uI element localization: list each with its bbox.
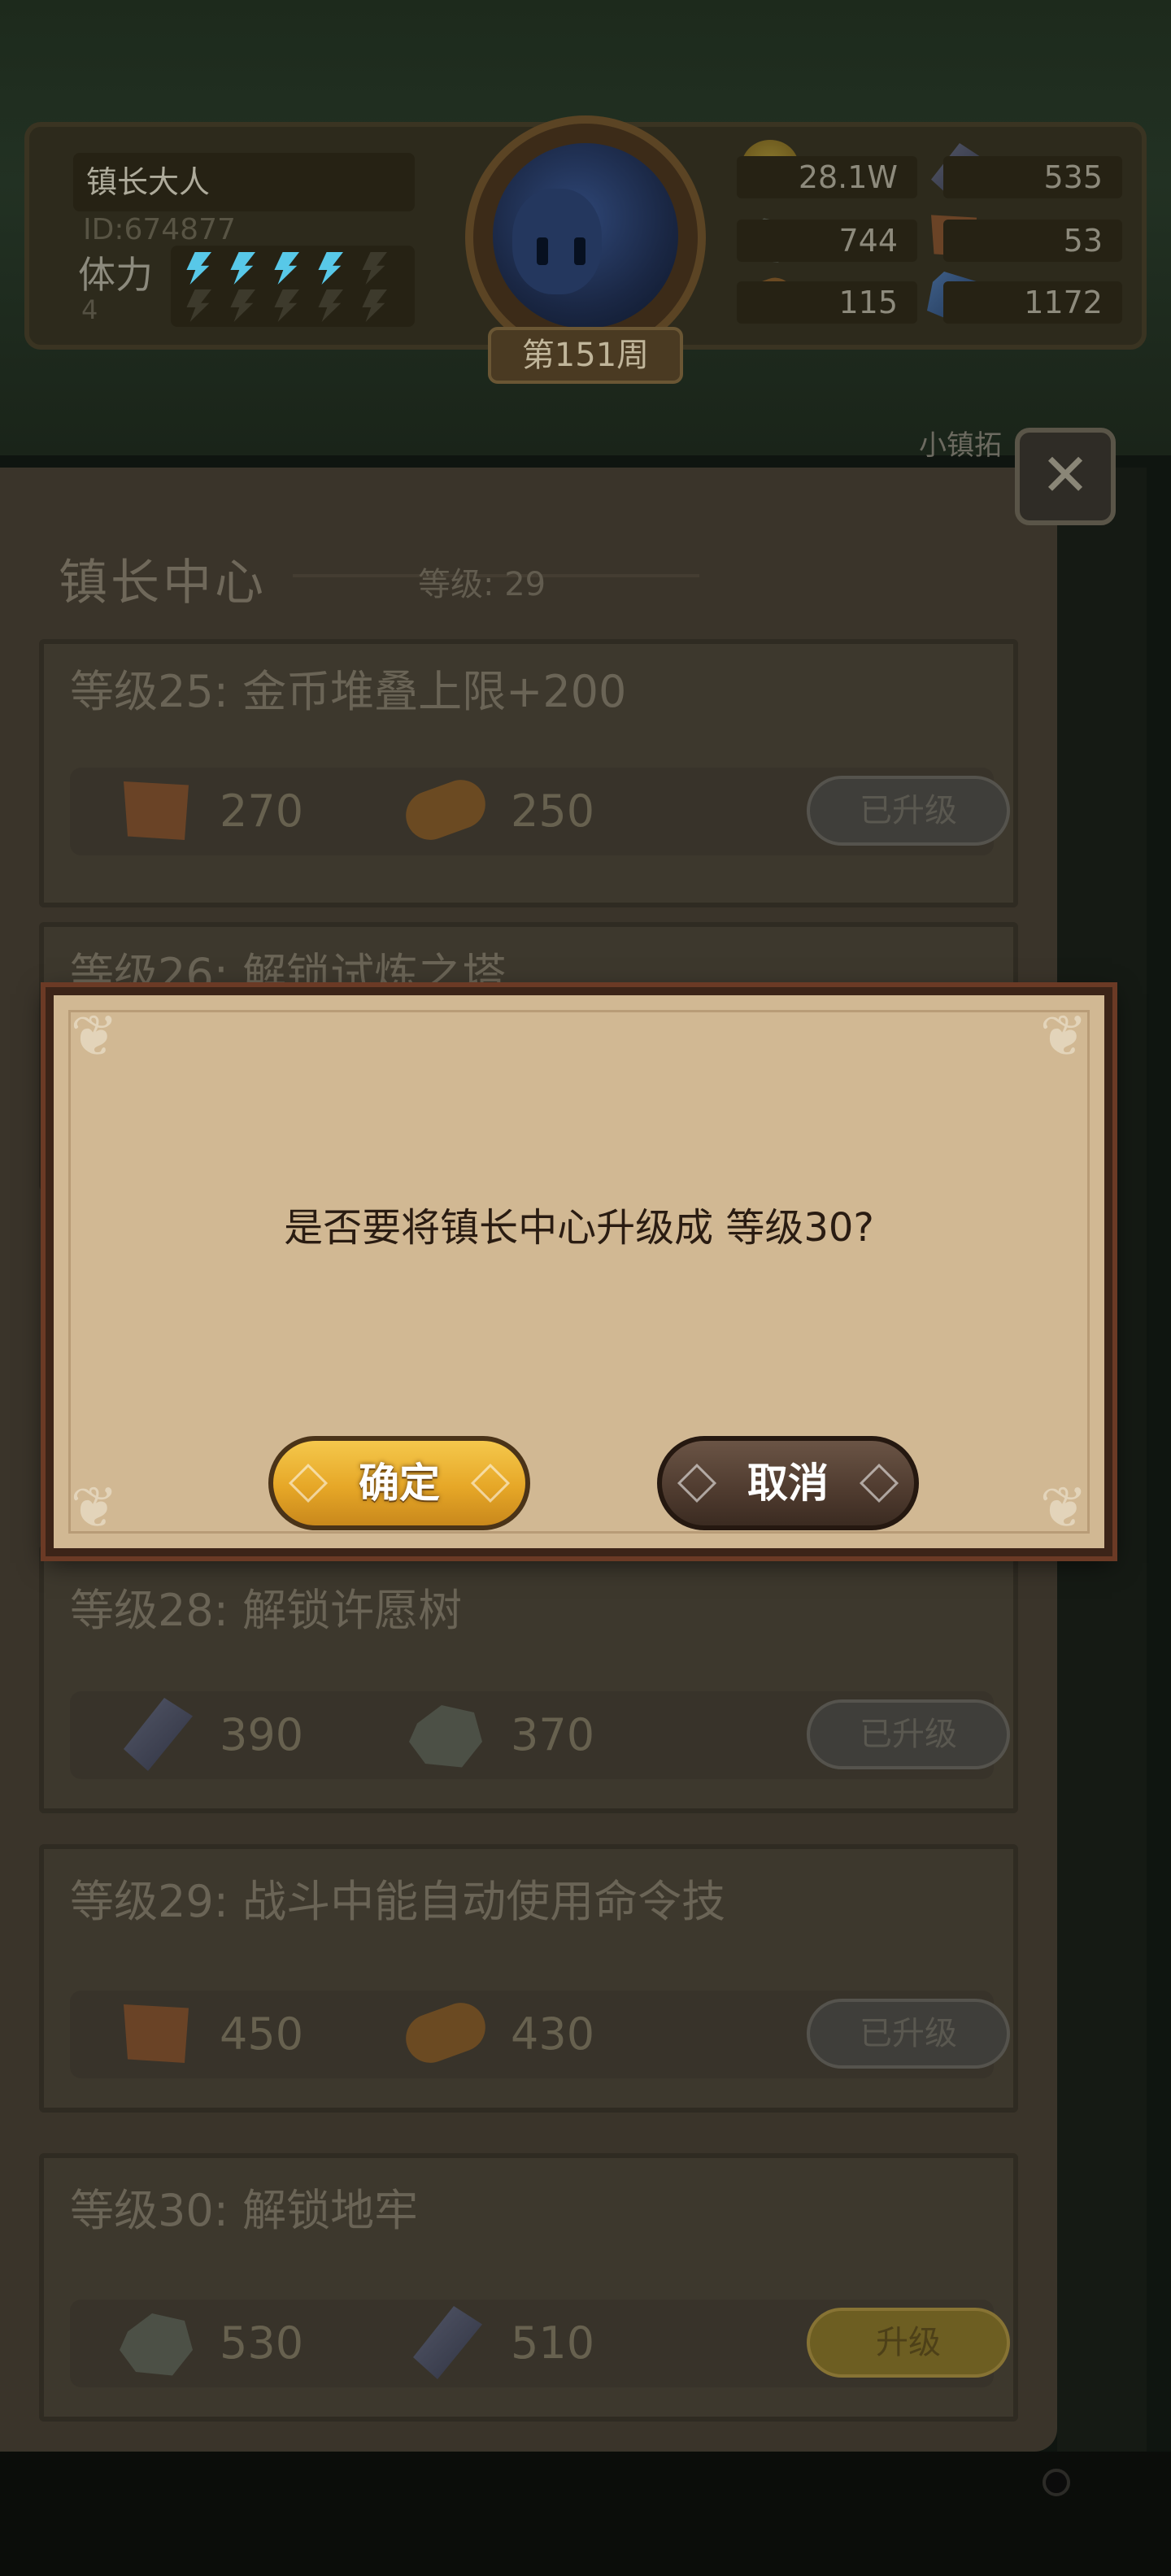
diamond-ornament-icon [677,1463,717,1503]
diamond-ornament-icon [859,1463,899,1503]
corner-ornament-icon: ❦ [70,1003,119,1069]
cancel-button[interactable]: 取消 [657,1436,919,1530]
corner-ornament-icon: ❦ [1039,1003,1088,1069]
diamond-ornament-icon [288,1463,329,1503]
confirm-upgrade-dialog: ❦ ❦ ❦ ❦ 是否要将镇长中心升级成 等级30? 确定 取消 [46,987,1112,1556]
confirm-button[interactable]: 确定 [268,1436,530,1530]
diamond-ornament-icon [470,1463,511,1503]
corner-ornament-icon: ❦ [1039,1474,1088,1541]
cancel-label: 取消 [747,1460,829,1507]
confirm-label: 确定 [359,1460,440,1507]
dialog-border [68,1010,1090,1534]
dialog-message: 是否要将镇长中心升级成 等级30? [284,1205,874,1251]
corner-ornament-icon: ❦ [70,1474,119,1541]
